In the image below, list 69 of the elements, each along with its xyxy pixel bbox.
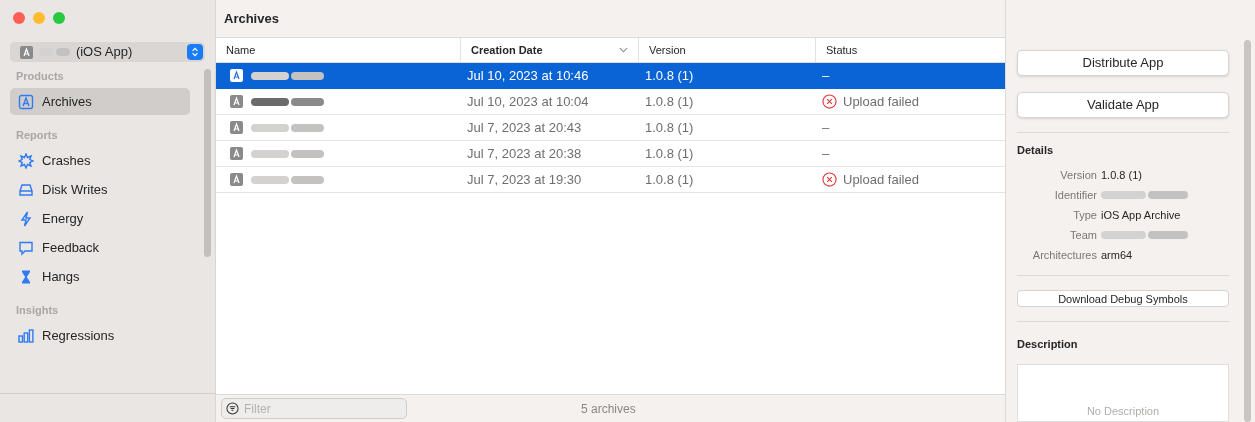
- stepper-icon: [187, 44, 203, 60]
- app-icon: [230, 173, 243, 186]
- detail-label: Team: [1069, 227, 1097, 243]
- filter-field[interactable]: Filter: [221, 398, 407, 419]
- chevron-down-icon: [619, 47, 628, 53]
- table-cell-text: 1.0.8 (1): [644, 144, 695, 163]
- archive-count: 5 archives: [581, 400, 636, 418]
- sidebar-item[interactable]: Feedback: [10, 234, 190, 261]
- minimize-button[interactable]: [33, 12, 45, 24]
- table-cell-text: 1.0.8 (1): [644, 92, 695, 111]
- table-row[interactable]: Jul 7, 2023 at 20:38 1.0.8 (1) –: [216, 141, 1005, 167]
- section-heading: Description: [1017, 336, 1079, 352]
- table-row[interactable]: Jul 7, 2023 at 19:30 1.0.8 (1) Upload failed: [216, 167, 1005, 193]
- table-cell-text: Jul 10, 2023 at 10:04: [466, 92, 590, 111]
- app-icon: [230, 95, 243, 108]
- action-button[interactable]: Distribute App: [1017, 50, 1229, 77]
- detail-label: Type: [1072, 207, 1097, 223]
- column-header[interactable]: Name: [216, 38, 460, 62]
- sidebar-item[interactable]: Disk Writes: [10, 176, 190, 203]
- status-text: Upload failed: [843, 92, 919, 111]
- status-text: –: [822, 144, 830, 163]
- app-icon: [20, 45, 33, 59]
- bolt-icon: [18, 210, 34, 227]
- section-heading: Details: [1017, 143, 1055, 159]
- app-icon: [230, 147, 243, 160]
- detail-value: 1.0.8 (1): [1101, 167, 1143, 183]
- detail-label: Version: [1059, 167, 1097, 183]
- download-debug-symbols-button[interactable]: Download Debug Symbols: [1017, 289, 1229, 307]
- table-cell-text: Jul 7, 2023 at 20:43: [466, 118, 583, 137]
- section-heading: Reports: [15, 128, 59, 143]
- zoom-button[interactable]: [53, 12, 65, 24]
- detail-value: iOS App Archive: [1101, 207, 1182, 223]
- table-cell-text: Jul 10, 2023 at 10:46: [466, 66, 590, 85]
- action-button[interactable]: Validate App: [1017, 92, 1229, 119]
- table-row[interactable]: Jul 10, 2023 at 10:04 1.0.8 (1) Upload failed: [216, 89, 1005, 115]
- status-text: Upload failed: [843, 170, 919, 189]
- app-store-icon: [18, 93, 34, 110]
- table-row[interactable]: Jul 10, 2023 at 10:46 1.0.8 (1) –: [216, 63, 1005, 89]
- speech-bubble-icon: [18, 239, 34, 256]
- sidebar-item[interactable]: Hangs: [10, 263, 190, 290]
- sidebar-item[interactable]: Energy: [10, 205, 190, 232]
- bar-chart-icon: [18, 327, 34, 344]
- error-icon: [822, 94, 837, 109]
- app-icon: [230, 69, 243, 82]
- table-cell-text: 1.0.8 (1): [644, 170, 695, 189]
- table-cell-text: Jul 7, 2023 at 20:38: [466, 144, 583, 163]
- detail-label: Architectures: [1031, 247, 1097, 263]
- close-button[interactable]: [13, 12, 25, 24]
- detail-value: arm64: [1101, 247, 1134, 263]
- table-cell-text: Jul 7, 2023 at 19:30: [466, 170, 583, 189]
- section-heading: Products: [15, 69, 65, 84]
- table-cell-text: 1.0.8 (1): [644, 118, 695, 137]
- burst-icon: [18, 152, 34, 169]
- error-icon: [822, 172, 837, 187]
- sidebar-item[interactable]: Archives: [10, 88, 190, 115]
- table-row[interactable]: Jul 7, 2023 at 20:43 1.0.8 (1) –: [216, 115, 1005, 141]
- sidebar-item[interactable]: Regressions: [10, 322, 190, 349]
- filter-icon: [226, 402, 239, 415]
- table-cell-text: 1.0.8 (1): [644, 66, 695, 85]
- window-title: Archives: [224, 9, 279, 28]
- column-header[interactable]: Creation Date: [460, 38, 638, 62]
- status-text: –: [822, 66, 830, 85]
- scheme-picker[interactable]: (iOS App): [10, 42, 205, 62]
- sidebar-item[interactable]: Crashes: [10, 147, 190, 174]
- status-text: –: [822, 118, 830, 137]
- section-heading: Insights: [15, 303, 60, 318]
- app-icon: [230, 121, 243, 134]
- detail-label: Identifier: [1053, 187, 1097, 203]
- column-header[interactable]: Version: [638, 38, 815, 62]
